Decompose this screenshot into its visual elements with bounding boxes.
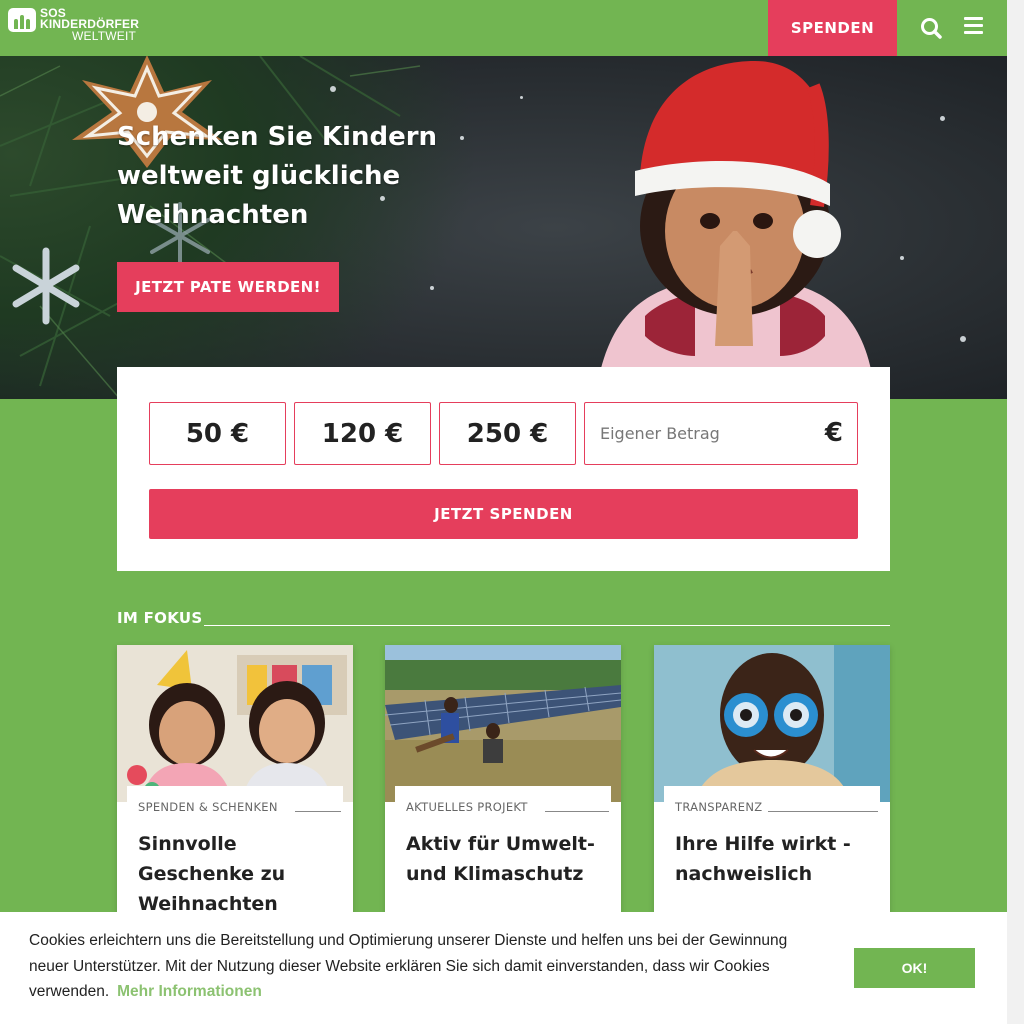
card-image-solar-panels bbox=[385, 645, 621, 802]
header-donate-button[interactable]: SPENDEN bbox=[768, 0, 897, 56]
card-tag-line bbox=[768, 811, 878, 812]
amount-option-250[interactable]: 250 € bbox=[439, 402, 576, 465]
focus-card-transparency[interactable]: TRANSPARENZ Ihre Hilfe wirkt - nachweisl… bbox=[654, 645, 890, 935]
logo-icon bbox=[8, 8, 36, 32]
become-sponsor-button[interactable]: JETZT PATE WERDEN! bbox=[117, 262, 339, 312]
page: SOS KINDERDÖRFER WELTWEIT SPENDEN Schenk… bbox=[0, 0, 1007, 1024]
donate-now-button[interactable]: JETZT SPENDEN bbox=[149, 489, 858, 539]
focus-card-gifts[interactable]: SPENDEN & SCHENKEN Sinnvolle Geschenke z… bbox=[117, 645, 353, 935]
logo-text: SOS KINDERDÖRFER WELTWEIT bbox=[40, 7, 139, 43]
snowflake-decoration bbox=[12, 247, 80, 325]
custom-amount-field: € bbox=[584, 402, 858, 465]
hamburger-menu-icon[interactable] bbox=[962, 14, 986, 38]
cookie-text-block: Cookies erleichtern uns die Bereitstellu… bbox=[29, 928, 829, 1005]
amount-option-120[interactable]: 120 € bbox=[294, 402, 431, 465]
card-tag: TRANSPARENZ bbox=[675, 800, 763, 814]
euro-sign: € bbox=[824, 418, 843, 448]
logo-line-3: WELTWEIT bbox=[72, 29, 137, 43]
search-icon[interactable] bbox=[918, 14, 946, 42]
card-image-children-party bbox=[117, 645, 353, 802]
focus-card-climate[interactable]: AKTUELLES PROJEKT Aktiv für Umwelt- und … bbox=[385, 645, 621, 935]
focus-heading: IM FOKUS bbox=[117, 609, 203, 627]
cookie-more-info-link[interactable]: Mehr Informationen bbox=[117, 983, 262, 1000]
card-title: Ihre Hilfe wirkt - nachweislich bbox=[675, 833, 851, 885]
card-tag-box: SPENDEN & SCHENKEN bbox=[127, 786, 343, 826]
card-tag-box: AKTUELLES PROJEKT bbox=[395, 786, 611, 826]
custom-amount-input[interactable] bbox=[585, 403, 815, 464]
cookie-accept-button[interactable]: OK! bbox=[854, 948, 975, 988]
hero-banner: Schenken Sie Kindern weltweit glückliche… bbox=[0, 56, 1007, 399]
card-tag-line bbox=[295, 811, 341, 812]
sos-logo[interactable]: SOS KINDERDÖRFER WELTWEIT bbox=[8, 7, 139, 43]
amount-option-50[interactable]: 50 € bbox=[149, 402, 286, 465]
cookie-banner: Cookies erleichtern uns die Bereitstellu… bbox=[0, 912, 1007, 1024]
card-tag: AKTUELLES PROJEKT bbox=[406, 800, 528, 814]
card-tag-box: TRANSPARENZ bbox=[664, 786, 880, 826]
child-santa-hat-photo bbox=[595, 61, 875, 399]
card-title: Sinnvolle Geschenke zu Weihnachten bbox=[138, 833, 286, 915]
page-scrollbar[interactable] bbox=[1007, 0, 1024, 1024]
hero-title: Schenken Sie Kindern weltweit glückliche… bbox=[117, 122, 438, 230]
card-image-boy-binoculars bbox=[654, 645, 890, 802]
card-tag-line bbox=[545, 811, 609, 812]
site-header: SOS KINDERDÖRFER WELTWEIT SPENDEN bbox=[0, 0, 1007, 56]
card-tag: SPENDEN & SCHENKEN bbox=[138, 800, 278, 814]
card-title: Aktiv für Umwelt- und Klimaschutz bbox=[406, 833, 595, 885]
donation-form: 50 € 120 € 250 € € JETZT SPENDEN bbox=[117, 367, 890, 571]
focus-heading-divider bbox=[204, 625, 890, 626]
